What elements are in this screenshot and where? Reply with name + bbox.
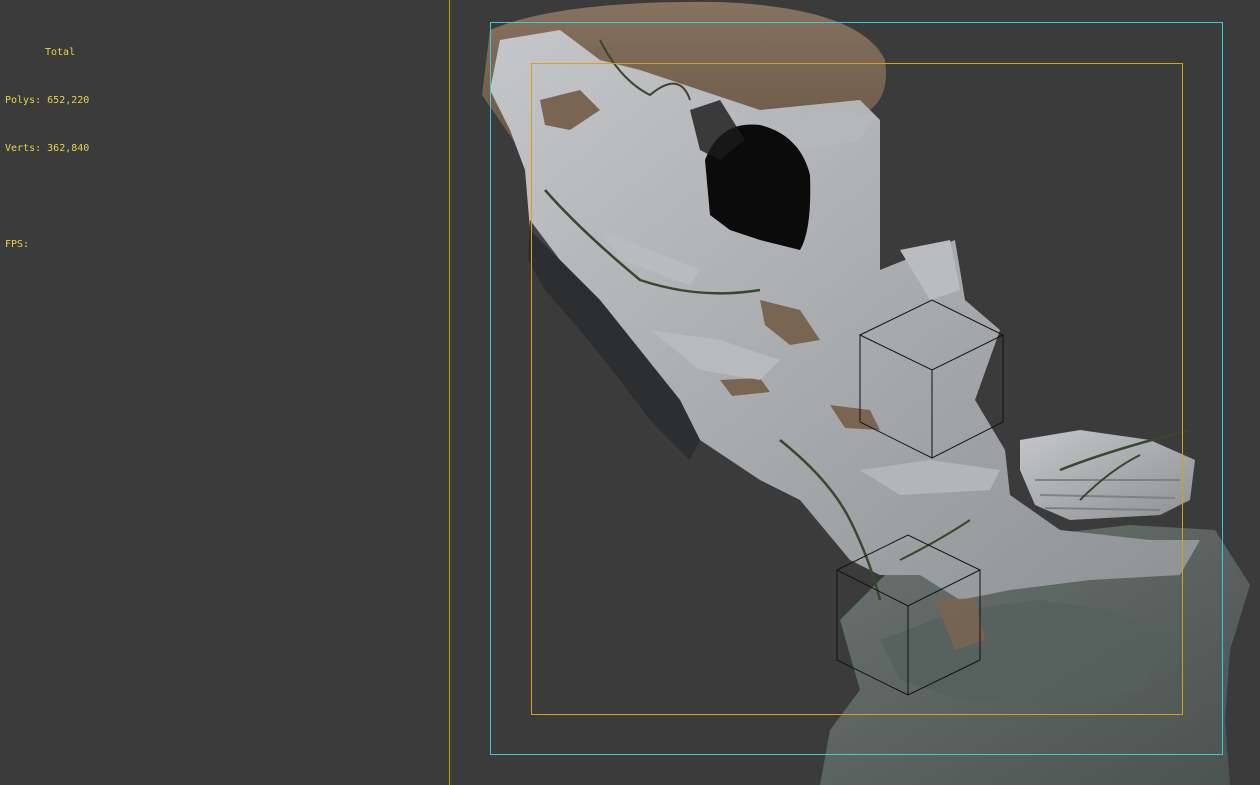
- safe-frame-inner: [531, 63, 1183, 715]
- viewport[interactable]: Total Polys: 652,220 Verts: 362,840 FPS:: [0, 0, 1260, 785]
